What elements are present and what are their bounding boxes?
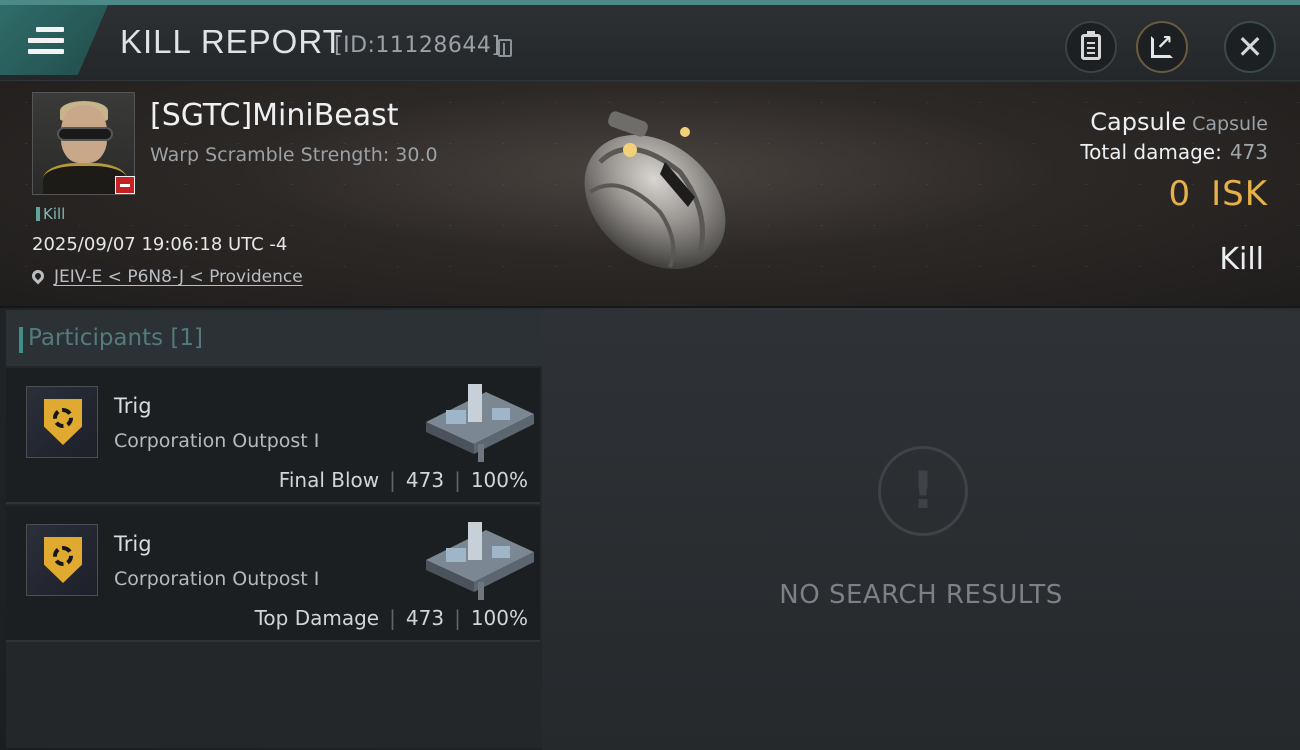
close-button[interactable]: ✕	[1224, 21, 1276, 73]
participant-stats: Top Damage | 473 | 100%	[254, 606, 528, 630]
participant-stats: Final Blow | 473 | 100%	[278, 468, 528, 492]
participant-role: Top Damage	[254, 606, 380, 630]
outpost-structure-icon	[426, 522, 534, 600]
location-pin-icon	[29, 267, 47, 285]
share-icon	[1151, 30, 1173, 58]
menu-icon	[28, 27, 64, 60]
report-id: [ID:11128644]	[334, 33, 501, 58]
corporation-logo-icon	[26, 524, 98, 596]
capsule-ship-image	[584, 111, 726, 269]
victim-name: [SGTC]MiniBeast	[150, 98, 399, 133]
exclamation-icon: !	[878, 446, 968, 536]
participant-ship: Corporation Outpost I	[114, 430, 320, 452]
corporation-logo-icon	[26, 386, 98, 458]
participant-row[interactable]: Trig Corporation Outpost I Final Blow | …	[6, 368, 540, 504]
participant-damage: 473	[405, 468, 445, 492]
kill-location-link[interactable]: JEIV-E < P6N8-J < Providence	[29, 267, 303, 287]
participants-header[interactable]: Participants [1]	[6, 310, 542, 366]
total-damage: Total damage: 473	[1080, 140, 1268, 164]
outpost-structure-icon	[426, 384, 534, 462]
no-results-text: NO SEARCH RESULTS	[779, 580, 1063, 610]
total-damage-value: 473	[1229, 140, 1268, 164]
participant-role: Final Blow	[278, 468, 380, 492]
results-panel: ! NO SEARCH RESULTS	[542, 310, 1300, 750]
participant-name: Trig	[114, 394, 152, 418]
participant-ship: Corporation Outpost I	[114, 568, 320, 590]
participants-panel: Participants [1] Trig Corporation Outpos…	[6, 310, 542, 748]
location-text: JEIV-E < P6N8-J < Providence	[54, 267, 303, 287]
ship-type: Capsule Capsule	[1090, 108, 1268, 136]
participant-percent: 100%	[470, 468, 528, 492]
copy-icon[interactable]	[498, 39, 512, 57]
participant-name: Trig	[114, 532, 152, 556]
kill-tag: Kill	[36, 205, 65, 223]
isk-value: 0 ISK	[1168, 174, 1268, 214]
hostile-status-icon	[115, 176, 135, 194]
clipboard-icon	[1081, 31, 1101, 60]
share-button[interactable]	[1136, 21, 1188, 73]
isk-amount: 0	[1168, 174, 1192, 214]
kill-report-window: KILL REPORT [ID:11128644] ✕ Kill 2025/09…	[0, 0, 1300, 750]
ship-name: Capsule	[1192, 113, 1268, 135]
ship-class: Capsule	[1090, 108, 1187, 136]
warp-scramble-strength: Warp Scramble Strength: 30.0	[150, 144, 438, 166]
close-icon: ✕	[1236, 28, 1264, 66]
participant-row[interactable]: Trig Corporation Outpost I Top Damage | …	[6, 506, 540, 642]
page-title: KILL REPORT	[120, 23, 344, 60]
kill-datetime: 2025/09/07 19:06:18 UTC -4	[32, 234, 288, 255]
participant-damage: 473	[405, 606, 445, 630]
isk-unit: ISK	[1211, 174, 1268, 214]
participants-label: Participants [1]	[19, 325, 203, 353]
victim-banner: Kill 2025/09/07 19:06:18 UTC -4 JEIV-E <…	[0, 82, 1300, 308]
kill-result: Kill	[1219, 242, 1264, 277]
participant-percent: 100%	[470, 606, 528, 630]
total-damage-label: Total damage:	[1080, 140, 1222, 164]
clipboard-button[interactable]	[1065, 21, 1117, 73]
header-bar: KILL REPORT [ID:11128644] ✕	[0, 5, 1300, 81]
menu-button[interactable]	[0, 5, 108, 75]
